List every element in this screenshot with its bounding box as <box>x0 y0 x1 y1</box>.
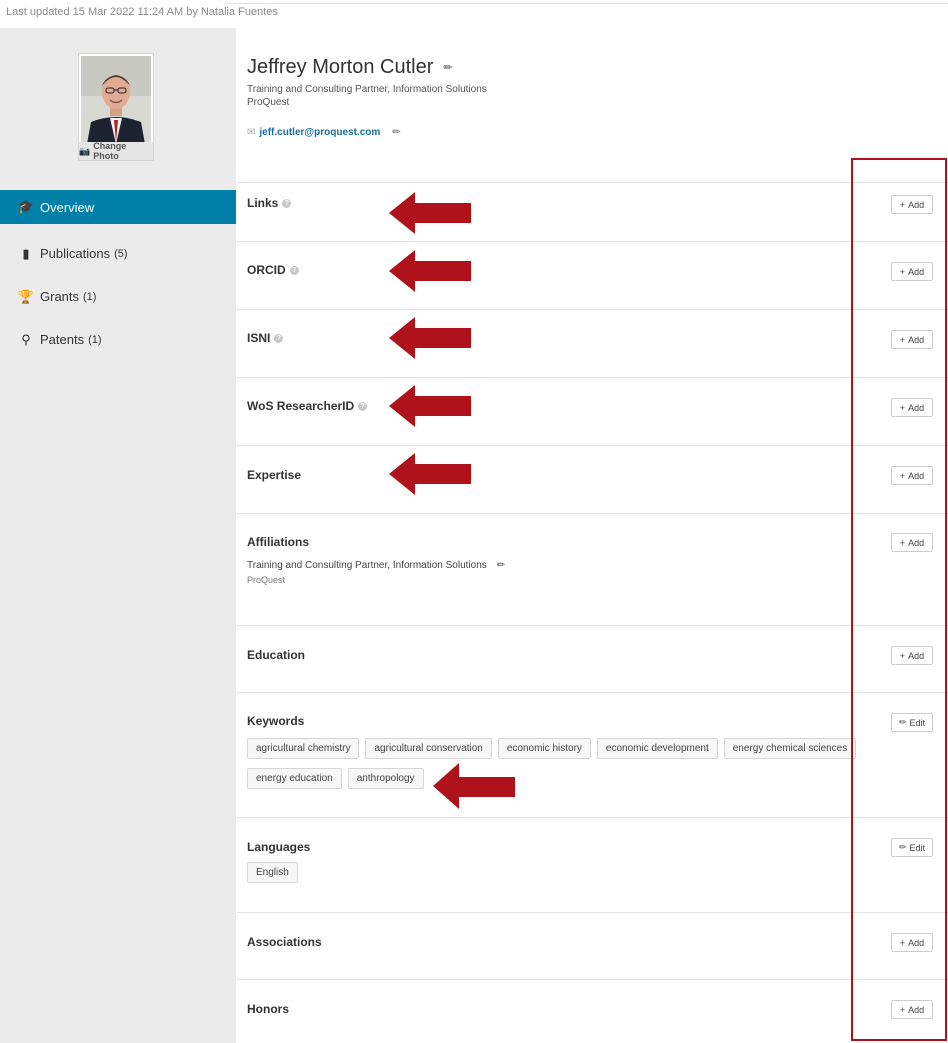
sidebar-item-label: Patents <box>40 332 85 347</box>
section-title: Associations <box>247 935 322 949</box>
annotation-arrow-icon <box>389 385 471 427</box>
book-icon: ▮ <box>22 245 30 261</box>
change-photo-label: Change Photo <box>93 141 127 161</box>
sidebar-item-count: (1) <box>88 333 102 346</box>
section-keywords: Keywords ✏ Edit agricultural chemistry ag… <box>237 692 948 817</box>
section-isni: ISNI ? + Add <box>237 309 948 377</box>
profile-title: Training and Consulting Partner, Informa… <box>247 84 487 95</box>
section-links: Links ? + Add <box>237 182 948 241</box>
language-tags: English <box>247 862 867 883</box>
section-title: Expertise <box>247 468 302 482</box>
edit-name-pencil-icon[interactable]: ✏ <box>443 61 452 74</box>
section-education: Education + Add <box>237 625 948 692</box>
keyword-tag[interactable]: economic history <box>497 738 591 759</box>
keyword-tag[interactable]: agricultural conservation <box>365 738 492 759</box>
section-expertise: Expertise + Add <box>237 445 948 513</box>
change-photo-button[interactable]: 📷 Change Photo <box>79 141 153 161</box>
top-divider <box>228 3 948 4</box>
language-tag[interactable]: English <box>247 862 298 883</box>
last-updated-text: Last updated 15 Mar 2022 11:24 AM by Nat… <box>6 6 278 18</box>
annotation-arrow-icon <box>389 453 471 495</box>
section-orcid: ORCID ? + Add <box>237 241 948 309</box>
sidebar-item-publications[interactable]: ▮ Publications (5) <box>0 232 236 275</box>
section-title: ORCID <box>247 263 286 277</box>
keyword-tag[interactable]: energy education <box>247 768 342 789</box>
section-languages: Languages ✏ Edit English <box>237 817 948 912</box>
keyword-tag[interactable]: anthropology <box>347 768 424 789</box>
annotation-arrow-icon <box>433 763 515 809</box>
profile-name-row: Jeffrey Morton Cutler ✏ <box>247 56 487 79</box>
profile-sections: Links ? + Add ORCID ? + Add ISNI ? + Add Wo… <box>237 182 948 1041</box>
section-title: Honors <box>247 1002 289 1016</box>
profile-photo[interactable]: 📷 Change Photo <box>78 53 154 161</box>
help-icon[interactable]: ? <box>289 265 299 275</box>
affiliation-entry: Training and Consulting Partner, Informa… <box>247 560 505 571</box>
keyword-tag[interactable]: energy chemical sciences <box>723 738 857 759</box>
graduation-cap-icon: 🎓 <box>17 199 35 214</box>
avatar <box>81 56 151 144</box>
section-associations: Associations + Add <box>237 912 948 979</box>
sidebar: 📷 Change Photo 🎓 Overview ▮ Publications… <box>0 28 236 1043</box>
section-title: ISNI <box>247 331 271 345</box>
section-wos-researcherid: WoS ResearcherID ? + Add <box>237 377 948 445</box>
section-title: Keywords <box>247 714 305 728</box>
sidebar-item-grants[interactable]: 🏆 Grants (1) <box>0 275 236 318</box>
profile-organization: ProQuest <box>247 97 290 108</box>
sidebar-item-count: (1) <box>83 290 97 303</box>
keyword-tag[interactable]: agricultural chemistry <box>247 738 360 759</box>
section-title: WoS ResearcherID <box>247 399 355 413</box>
sidebar-item-label: Publications <box>40 246 111 261</box>
trophy-icon: 🏆 <box>17 288 35 304</box>
section-title: Education <box>247 648 306 662</box>
affiliation-organization: ProQuest <box>247 575 286 585</box>
sidebar-item-label: Overview <box>40 199 95 215</box>
section-affiliations: Affiliations + Add Training and Consultin… <box>237 513 948 625</box>
profile-header: Jeffrey Morton Cutler ✏ Training and Con… <box>247 56 487 138</box>
annotation-arrow-icon <box>389 317 471 359</box>
camera-icon: 📷 <box>79 145 91 156</box>
sidebar-nav: 🎓 Overview ▮ Publications (5) 🏆 Grants (… <box>0 190 236 361</box>
help-icon[interactable]: ? <box>358 401 368 411</box>
section-title: Links <box>247 196 279 210</box>
affiliation-title: Training and Consulting Partner, Informa… <box>247 560 487 571</box>
email-row: ✉ jeff.cutler@proquest.com ✏ <box>247 127 487 138</box>
sidebar-item-label: Grants <box>40 289 80 304</box>
edit-affiliation-pencil-icon[interactable]: ✏ <box>497 560 505 571</box>
help-icon[interactable]: ? <box>282 198 292 208</box>
help-icon[interactable]: ? <box>274 333 284 343</box>
annotation-arrow-icon <box>389 250 471 292</box>
top-bar: Last updated 15 Mar 2022 11:24 AM by Nat… <box>0 0 948 28</box>
section-title: Languages <box>247 840 311 854</box>
section-title: Affiliations <box>247 535 309 549</box>
keyword-tag[interactable]: economic development <box>596 738 718 759</box>
annotation-arrow-icon <box>389 192 471 234</box>
lightbulb-icon: ⚲ <box>21 331 31 347</box>
annotation-highlight-box <box>851 158 947 1041</box>
section-honors: Honors + Add <box>237 979 948 1041</box>
sidebar-item-count: (5) <box>114 247 128 260</box>
sidebar-item-patents[interactable]: ⚲ Patents (1) <box>0 318 236 361</box>
email-link[interactable]: jeff.cutler@proquest.com <box>259 127 380 138</box>
profile-name: Jeffrey Morton Cutler <box>247 56 434 78</box>
keyword-tags: agricultural chemistry agricultural cons… <box>247 738 867 789</box>
envelope-icon: ✉ <box>247 127 256 138</box>
edit-email-pencil-icon[interactable]: ✏ <box>392 127 400 138</box>
sidebar-item-overview[interactable]: 🎓 Overview <box>0 190 236 224</box>
